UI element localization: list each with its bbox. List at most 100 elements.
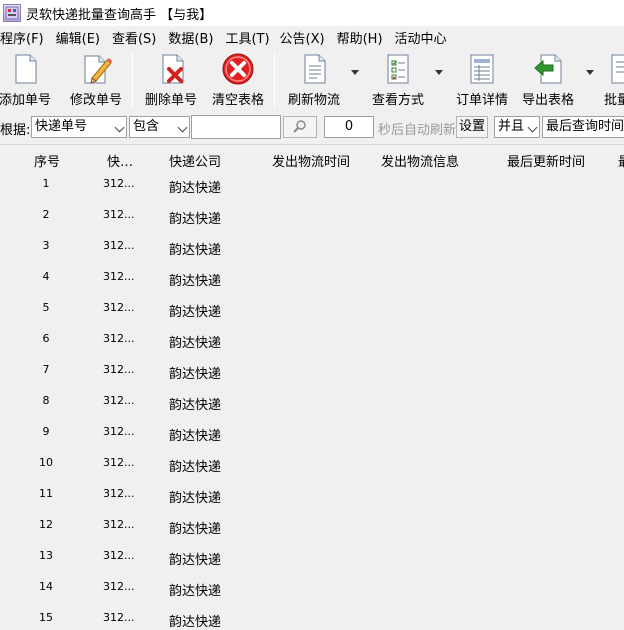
menu-notice[interactable]: 公告(X)	[280, 28, 329, 47]
clear-table-label: 清空表格	[212, 93, 265, 108]
column-header-last[interactable]: 最	[618, 151, 624, 170]
cell-index: 5	[42, 301, 50, 314]
search-button[interactable]	[283, 116, 317, 138]
cell-index: 7	[42, 363, 50, 376]
cell-tracking-number: 312...	[103, 270, 135, 283]
search-input[interactable]	[191, 115, 281, 139]
cell-company: 韵达快递	[169, 212, 222, 227]
refresh-logistics-label: 刷新物流	[288, 93, 341, 108]
edit-number-button[interactable]: 修改单号	[70, 52, 122, 108]
table-header: 序号 快… 快递公司 发出物流时间 发出物流信息 最后更新时间 最	[0, 144, 624, 172]
filter-by-label: 根据:	[0, 123, 31, 138]
filter-operator-value: 包含	[133, 119, 160, 134]
edit-number-label: 修改单号	[70, 93, 123, 108]
cell-index: 4	[42, 270, 50, 283]
table-row[interactable]: 6 312... 韵达快递	[0, 325, 624, 356]
settings-button[interactable]: 设置	[456, 116, 488, 138]
column-header-last-update[interactable]: 最后更新时间	[507, 151, 585, 170]
column-header-sent-info[interactable]: 发出物流信息	[381, 151, 459, 170]
menu-activity[interactable]: 活动中心	[395, 28, 451, 47]
cell-index: 1	[42, 177, 50, 190]
cell-index: 6	[42, 332, 50, 345]
export-dropdown-arrow[interactable]	[586, 70, 594, 75]
cell-company: 韵达快递	[169, 429, 222, 444]
menu-data[interactable]: 数据(B)	[168, 28, 217, 47]
clear-table-button[interactable]: 清空表格	[212, 52, 264, 108]
checklist-icon	[381, 52, 415, 86]
cell-company: 韵达快递	[169, 398, 222, 413]
cell-company: 韵达快递	[169, 367, 222, 382]
table-row[interactable]: 11 312... 韵达快递	[0, 480, 624, 511]
filter-field-value: 快递单号	[35, 119, 88, 134]
auto-refresh-interval-input[interactable]: 0	[324, 116, 374, 138]
view-mode-button[interactable]: 查看方式	[372, 52, 424, 108]
cell-index: 3	[42, 239, 50, 252]
cell-company: 韵达快递	[169, 181, 222, 196]
cell-tracking-number: 312...	[103, 301, 135, 314]
table-row[interactable]: 14 312... 韵达快递	[0, 573, 624, 604]
toolbar-separator	[132, 52, 133, 108]
cell-company: 韵达快递	[169, 553, 222, 568]
export-table-label: 导出表格	[522, 93, 575, 108]
order-detail-button[interactable]: 订单详情	[456, 52, 508, 108]
table-row[interactable]: 8 312... 韵达快递	[0, 387, 624, 418]
table-row[interactable]: 10 312... 韵达快递	[0, 449, 624, 480]
chevron-down-icon	[114, 122, 125, 133]
app-icon	[3, 4, 21, 22]
list-document-icon	[465, 52, 499, 86]
table-row[interactable]: 15 312... 韵达快递	[0, 604, 624, 630]
document-red-x-icon	[154, 52, 188, 86]
cell-index: 8	[42, 394, 50, 407]
batch-document-icon	[604, 52, 624, 86]
cell-tracking-number: 312...	[103, 177, 135, 190]
menu-help[interactable]: 帮助(H)	[337, 28, 387, 47]
order-detail-label: 订单详情	[456, 93, 509, 108]
time-field-select[interactable]: 最后查询时间	[542, 116, 624, 138]
logic-select[interactable]: 并且	[494, 116, 540, 138]
view-mode-dropdown-arrow[interactable]	[435, 70, 443, 75]
document-icon	[8, 52, 42, 86]
cell-company: 韵达快递	[169, 336, 222, 351]
tracking-table: 序号 快… 快递公司 发出物流时间 发出物流信息 最后更新时间 最 1 312..…	[0, 144, 624, 630]
column-header-sent-time[interactable]: 发出物流时间	[272, 151, 350, 170]
cell-company: 韵达快递	[169, 305, 222, 320]
document-green-arrow-icon	[531, 52, 565, 86]
column-header-tracking[interactable]: 快…	[107, 151, 133, 170]
table-row[interactable]: 4 312... 韵达快递	[0, 263, 624, 294]
table-row[interactable]: 3 312... 韵达快递	[0, 232, 624, 263]
cell-company: 韵达快递	[169, 522, 222, 537]
menu-tools[interactable]: 工具(T)	[225, 28, 273, 47]
cell-tracking-number: 312...	[103, 549, 135, 562]
filter-field-select[interactable]: 快递单号	[31, 116, 127, 138]
table-row[interactable]: 12 312... 韵达快递	[0, 511, 624, 542]
table-row[interactable]: 7 312... 韵达快递	[0, 356, 624, 387]
table-row[interactable]: 13 312... 韵达快递	[0, 542, 624, 573]
table-row[interactable]: 9 312... 韵达快递	[0, 418, 624, 449]
logic-value: 并且	[498, 119, 525, 134]
refresh-logistics-button[interactable]: 刷新物流	[288, 52, 340, 108]
column-header-index[interactable]: 序号	[34, 151, 60, 170]
document-pencil-icon	[79, 52, 113, 86]
cell-tracking-number: 312...	[103, 518, 135, 531]
delete-number-button[interactable]: 删除单号	[145, 52, 197, 108]
add-number-button[interactable]: 添加单号	[0, 52, 51, 108]
toolbar: 添加单号 修改单号 删除单号 清空表格 刷新物流 查看方式 订单详情 导出表格 …	[0, 48, 624, 112]
menu-program[interactable]: 程序(F)	[0, 28, 48, 47]
time-field-value: 最后查询时间	[546, 119, 624, 134]
table-row[interactable]: 1 312... 韵达快递	[0, 170, 624, 201]
table-row[interactable]: 5 312... 韵达快递	[0, 294, 624, 325]
cell-index: 12	[39, 518, 53, 531]
cell-tracking-number: 312...	[103, 239, 135, 252]
refresh-dropdown-arrow[interactable]	[351, 70, 359, 75]
cell-company: 韵达快递	[169, 274, 222, 289]
batch-button[interactable]: 批量	[604, 52, 624, 108]
menu-view[interactable]: 查看(S)	[112, 28, 160, 47]
filter-operator-select[interactable]: 包含	[129, 116, 190, 138]
export-table-button[interactable]: 导出表格	[522, 52, 574, 108]
cell-tracking-number: 312...	[103, 456, 135, 469]
table-row[interactable]: 2 312... 韵达快递	[0, 201, 624, 232]
column-header-company[interactable]: 快递公司	[169, 151, 221, 170]
menu-edit[interactable]: 编辑(E)	[56, 28, 104, 47]
menu-bar: 程序(F) 编辑(E) 查看(S) 数据(B) 工具(T) 公告(X) 帮助(H…	[0, 26, 624, 48]
cell-index: 9	[42, 425, 50, 438]
